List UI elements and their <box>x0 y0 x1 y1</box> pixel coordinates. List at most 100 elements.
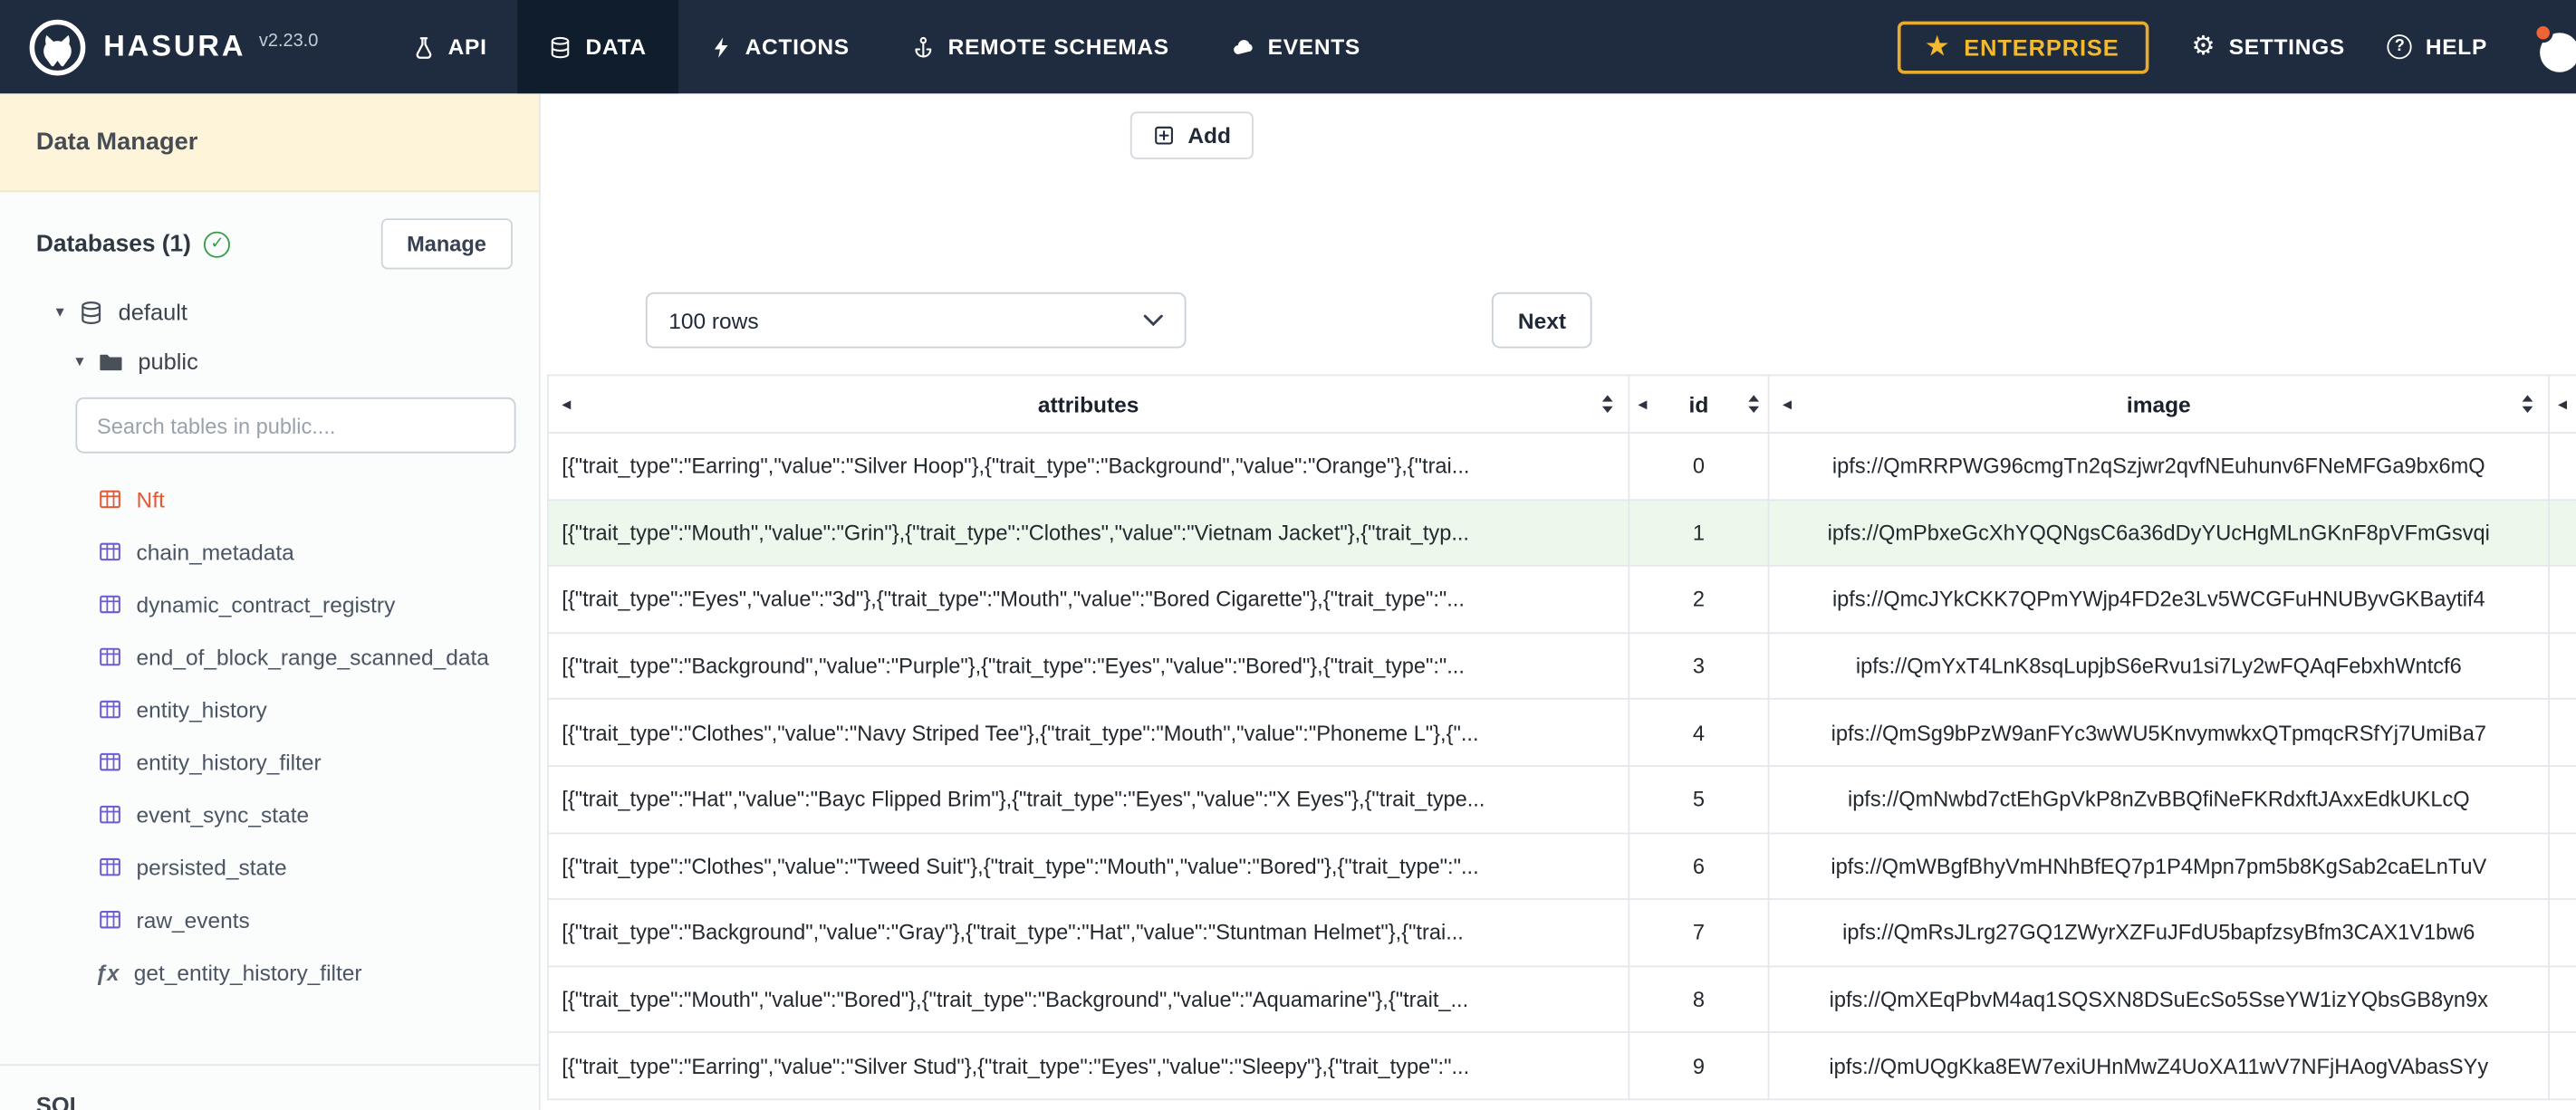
rows-per-page-select[interactable]: 100 rows <box>645 292 1187 349</box>
top-navbar: HASURA v2.23.0 API DATA ACTIONS REMOTE S… <box>0 0 2576 94</box>
collapse-column-icon[interactable]: ◂ <box>1638 393 1647 415</box>
table-row[interactable]: [{"trait_type":"Clothes","value":"Tweed … <box>546 831 2576 901</box>
cell-attributes[interactable]: [{"trait_type":"Earring","value":"Silver… <box>546 432 1630 501</box>
tree-node-default-db[interactable]: ▾ default <box>56 299 539 325</box>
column-label: image <box>2126 391 2191 416</box>
table-icon <box>99 856 121 878</box>
cell-attributes[interactable]: [{"trait_type":"Clothes","value":"Navy S… <box>546 698 1630 767</box>
cell-attributes[interactable]: [{"trait_type":"Clothes","value":"Tweed … <box>546 831 1630 901</box>
table-row-highlighted[interactable]: [{"trait_type":"Mouth","value":"Grin"},{… <box>546 498 2576 568</box>
database-icon <box>550 35 572 58</box>
version-label[interactable]: v2.23.0 <box>259 31 318 51</box>
nav-tab-api[interactable]: API <box>380 0 518 93</box>
table-row[interactable]: [{"trait_type":"Background","value":"Gra… <box>546 898 2576 967</box>
nav-tab-data[interactable]: DATA <box>518 0 678 94</box>
cell-image[interactable]: ipfs://QmSg9bPzW9anFYc3wWU5KnvymwkxQTpmq… <box>1767 698 2550 767</box>
column-header-image[interactable]: ◂ image <box>1767 374 2550 434</box>
cell-id[interactable]: 4 <box>1628 698 1770 767</box>
column-header-partial[interactable]: ◂ <box>2548 374 2576 434</box>
tree-node-public-schema[interactable]: ▾ public <box>75 349 538 375</box>
cell-id[interactable]: 8 <box>1628 965 1770 1034</box>
cell-attributes[interactable]: [{"trait_type":"Eyes","value":"3d"},{"tr… <box>546 565 1630 634</box>
table-row[interactable]: [{"trait_type":"Hat","value":"Bayc Flipp… <box>546 765 2576 834</box>
table-row[interactable]: [{"trait_type":"Earring","value":"Silver… <box>546 1031 2576 1101</box>
cell-id[interactable]: 6 <box>1628 831 1770 901</box>
cell-attributes[interactable]: [{"trait_type":"Background","value":"Pur… <box>546 631 1630 701</box>
cell-partial <box>2548 698 2576 767</box>
cell-image[interactable]: ipfs://QmRRPWG96cmgTn2qSzjwr2qvfNEuhunv6… <box>1767 432 2550 501</box>
main-nav: API DATA ACTIONS REMOTE SCHEMAS EVENTS <box>380 0 1391 94</box>
table-name: end_of_block_range_scanned_data <box>136 644 489 670</box>
settings-button[interactable]: ⚙ SETTINGS <box>2191 33 2345 60</box>
gear-icon: ⚙ <box>2191 32 2216 61</box>
table-icon <box>99 803 121 826</box>
sidebar-table-end-of-block-range-scanned-data[interactable]: end_of_block_range_scanned_data <box>0 630 539 683</box>
cell-id[interactable]: 3 <box>1628 631 1770 701</box>
sidebar-function-get-entity-history-filter[interactable]: ƒx get_entity_history_filter <box>0 946 539 999</box>
cell-image[interactable]: ipfs://QmNwbd7ctEhGpVkP8nZvBBQfiNeFKRdxf… <box>1767 765 2550 834</box>
function-icon: ƒx <box>95 960 120 985</box>
table-name: entity_history_filter <box>136 749 322 775</box>
cell-id[interactable]: 9 <box>1628 1031 1770 1101</box>
sidebar-table-dynamic-contract-registry[interactable]: dynamic_contract_registry <box>0 578 539 630</box>
sql-section-label[interactable]: SQL <box>36 1092 539 1110</box>
nav-tab-actions[interactable]: ACTIONS <box>678 0 880 93</box>
table-row[interactable]: [{"trait_type":"Eyes","value":"3d"},{"tr… <box>546 565 2576 634</box>
help-button[interactable]: ? HELP <box>2388 34 2487 60</box>
function-name: get_entity_history_filter <box>133 960 362 985</box>
chevron-down-icon <box>1143 314 1163 327</box>
table-row[interactable]: [{"trait_type":"Clothes","value":"Navy S… <box>546 698 2576 767</box>
sidebar-table-nft[interactable]: Nft <box>0 473 539 525</box>
nav-tab-remote-schemas[interactable]: REMOTE SCHEMAS <box>880 0 1200 93</box>
cell-attributes[interactable]: [{"trait_type":"Mouth","value":"Grin"},{… <box>546 498 1630 568</box>
cell-attributes[interactable]: [{"trait_type":"Earring","value":"Silver… <box>546 1031 1630 1101</box>
cell-id[interactable]: 5 <box>1628 765 1770 834</box>
sort-icon[interactable] <box>1600 393 1615 415</box>
cell-id[interactable]: 1 <box>1628 498 1770 568</box>
sidebar-table-entity-history[interactable]: entity_history <box>0 684 539 736</box>
collapse-column-icon[interactable]: ◂ <box>2558 393 2567 415</box>
cell-id[interactable]: 7 <box>1628 898 1770 967</box>
manage-button[interactable]: Manage <box>380 218 513 270</box>
enterprise-label: ENTERPRISE <box>1964 33 2119 61</box>
search-tables-input[interactable] <box>75 397 516 454</box>
chevron-down-icon[interactable]: ▾ <box>75 352 83 370</box>
cell-image[interactable]: ipfs://QmRsJLrg27GQ1ZWyrXZFuJFdU5bapfzsy… <box>1767 898 2550 967</box>
sidebar-table-persisted-state[interactable]: persisted_state <box>0 841 539 894</box>
cell-attributes[interactable]: [{"trait_type":"Background","value":"Gra… <box>546 898 1630 967</box>
sidebar-table-event-sync-state[interactable]: event_sync_state <box>0 789 539 841</box>
cell-image[interactable]: ipfs://QmWBgfBhyVmHNhBfEQ7p1P4Mpn7pm5b8K… <box>1767 831 2550 901</box>
settings-label: SETTINGS <box>2228 34 2345 60</box>
chevron-down-icon[interactable]: ▾ <box>56 303 64 321</box>
cell-image[interactable]: ipfs://QmXEqPbvM4aq1SQSXN8DSuEcSo5SseYW1… <box>1767 965 2550 1034</box>
cell-image[interactable]: ipfs://QmcJYkCKK7QPmYWjp4FD2e3Lv5WCGFuHN… <box>1767 565 2550 634</box>
sidebar-table-raw-events[interactable]: raw_events <box>0 894 539 946</box>
cell-image[interactable]: ipfs://QmPbxeGcXhYQQNgsC6a36dDyYUcHgMLnG… <box>1767 498 2550 568</box>
user-avatar[interactable] <box>2533 22 2576 72</box>
table-row[interactable]: [{"trait_type":"Background","value":"Pur… <box>546 631 2576 701</box>
bolt-icon <box>709 35 732 58</box>
column-header-id[interactable]: ◂ id <box>1628 374 1770 434</box>
add-row-button[interactable]: Add <box>1129 111 1254 159</box>
cell-image[interactable]: ipfs://QmYxT4LnK8sqLupjbS6eRvu1si7Ly2wFQ… <box>1767 631 2550 701</box>
anchor-icon <box>912 35 935 58</box>
body-layout: Data Manager Databases (1) ✓ Manage ▾ de… <box>0 93 2576 1110</box>
nav-tab-events[interactable]: EVENTS <box>1200 0 1391 93</box>
enterprise-button[interactable]: ★ ENTERPRISE <box>1896 20 2149 73</box>
next-page-button[interactable]: Next <box>1491 292 1593 349</box>
cell-image[interactable]: ipfs://QmUQgKka8EW7exiUHnMwZ4UoXA11wV7NF… <box>1767 1031 2550 1101</box>
cell-id[interactable]: 0 <box>1628 432 1770 501</box>
cell-attributes[interactable]: [{"trait_type":"Hat","value":"Bayc Flipp… <box>546 765 1630 834</box>
sidebar-table-chain-metadata[interactable]: chain_metadata <box>0 525 539 578</box>
sidebar-table-entity-history-filter[interactable]: entity_history_filter <box>0 736 539 789</box>
cell-id[interactable]: 2 <box>1628 565 1770 634</box>
table-row[interactable]: [{"trait_type":"Earring","value":"Silver… <box>546 432 2576 501</box>
sort-icon[interactable] <box>1746 393 1761 415</box>
hasura-logo-icon[interactable] <box>26 15 89 78</box>
collapse-column-icon[interactable]: ◂ <box>562 393 571 415</box>
cell-attributes[interactable]: [{"trait_type":"Mouth","value":"Bored"},… <box>546 965 1630 1034</box>
column-header-attributes[interactable]: ◂ attributes <box>546 374 1630 434</box>
table-row[interactable]: [{"trait_type":"Mouth","value":"Bored"},… <box>546 965 2576 1034</box>
sort-icon[interactable] <box>2520 393 2534 415</box>
collapse-column-icon[interactable]: ◂ <box>1783 393 1792 415</box>
